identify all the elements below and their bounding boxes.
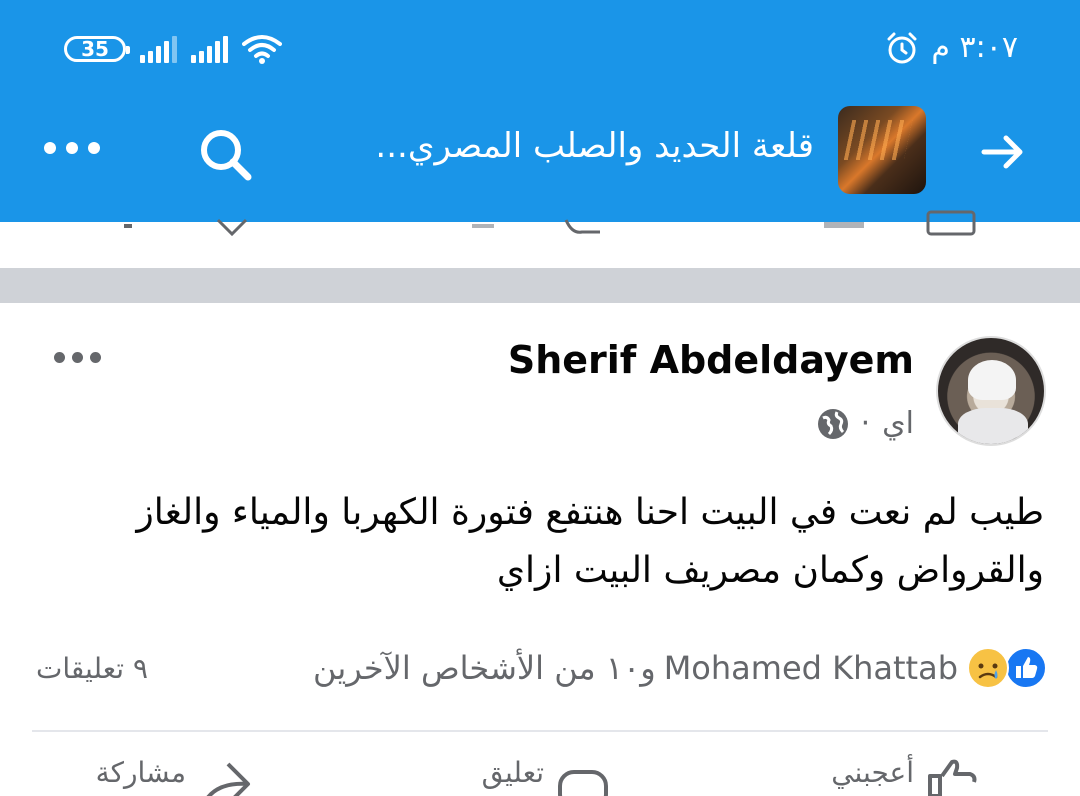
status-bar-right: ٣:٠٧ م: [885, 30, 1018, 65]
author-avatar[interactable]: [936, 336, 1046, 446]
search-icon[interactable]: [196, 126, 256, 186]
more-horizontal-icon[interactable]: [44, 142, 100, 154]
app-bar: قلعة الحديد والصلب المصري...: [0, 104, 1080, 200]
post-text: طيب لم نعت في البيت احنا هنتفع فتورة الك…: [84, 484, 1044, 599]
wifi-icon: [242, 35, 282, 64]
post-author[interactable]: Sherif Abdeldayem: [508, 338, 914, 382]
thumbs-up-icon: [928, 759, 977, 796]
reaction-icons: [966, 646, 1048, 690]
comment-label: تعليق: [481, 756, 544, 789]
battery-level: 35: [81, 37, 109, 61]
post-separator: ·: [860, 406, 871, 441]
status-time: ٣:٠٧ م: [931, 30, 1018, 65]
status-bar-left: 35: [64, 34, 282, 64]
battery-indicator: 35: [64, 36, 130, 62]
reaction-names: Mohamed Khattab: [663, 649, 958, 687]
share-icon: [206, 762, 250, 796]
like-button[interactable]: أعجبني: [831, 756, 978, 796]
previous-post-actions: [0, 206, 1080, 236]
previous-actions-icons: [124, 210, 976, 236]
reaction-others: و١٠ من الأشخاص الآخرين: [312, 649, 656, 687]
share-button[interactable]: مشاركة: [96, 756, 254, 796]
group-title[interactable]: قلعة الحديد والصلب المصري...: [375, 126, 814, 166]
post-time[interactable]: اي: [882, 406, 914, 441]
comments-count[interactable]: ٩ تعليقات: [36, 652, 148, 685]
share-label: مشاركة: [95, 756, 186, 789]
post-actions-divider: [32, 730, 1048, 732]
signal-icon: [140, 35, 177, 63]
sad-icon: [967, 647, 1009, 689]
post-more-icon[interactable]: [54, 352, 101, 363]
post-text-line: طيب لم نعت في البيت احنا هنتفع فتورة الك…: [136, 492, 1044, 533]
post-actions: أعجبني تعليق مشاركة: [0, 756, 1080, 796]
arrow-right-icon[interactable]: [980, 128, 1028, 176]
globe-icon: [817, 408, 848, 439]
like-label: أعجبني: [831, 756, 914, 789]
post-meta: · اي: [817, 406, 914, 441]
comment-button[interactable]: تعليق: [482, 756, 610, 796]
section-divider: [0, 268, 1080, 303]
alarm-icon: [887, 32, 917, 63]
comment-icon: [558, 770, 608, 796]
group-cover-image[interactable]: [838, 106, 926, 194]
signal-icon: [191, 35, 228, 63]
like-icon: [1005, 647, 1047, 689]
post-text-line: والقرواض وكمان مصريف البيت ازاي: [496, 549, 1044, 591]
reactions-summary[interactable]: Mohamed Khattab و١٠ من الأشخاص الآخرين: [313, 646, 1048, 690]
top-header: 35 ٣:٠٧ م قلعة الحديد والصلب المصري...: [0, 0, 1080, 222]
